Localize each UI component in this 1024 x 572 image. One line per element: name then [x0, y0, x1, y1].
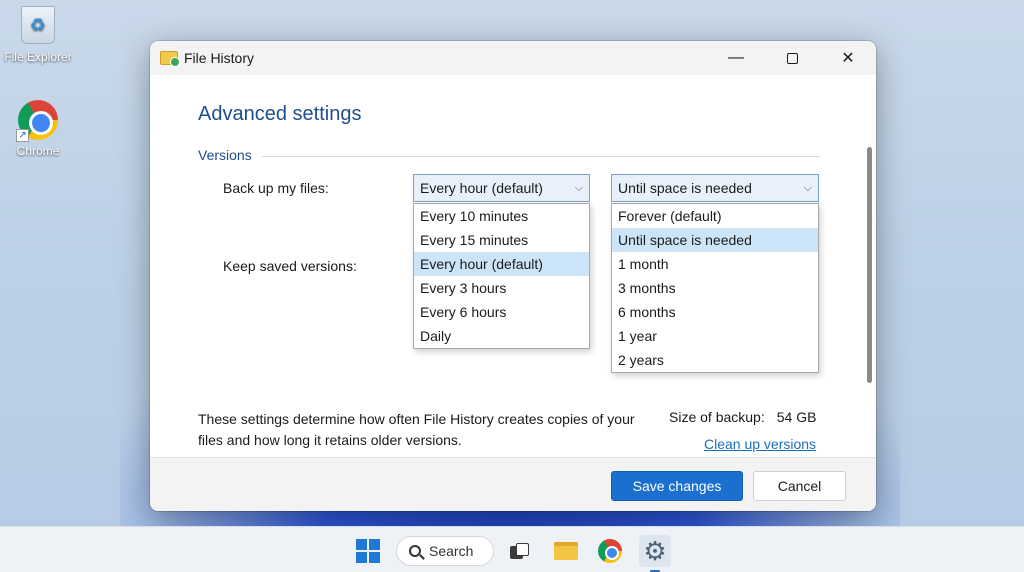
- retention-option[interactable]: 1 year: [612, 324, 818, 348]
- file-explorer-taskbar-button[interactable]: [550, 535, 582, 567]
- group-divider: [262, 156, 820, 157]
- clean-up-versions-link[interactable]: Clean up versions: [704, 436, 816, 452]
- backup-size-label: Size of backup:: [669, 409, 765, 425]
- backup-frequency-select[interactable]: Every hour (default) ⌵: [413, 174, 590, 202]
- keep-versions-value: Until space is needed: [618, 180, 752, 196]
- window-title: File History: [184, 50, 255, 66]
- backup-size-value: 54 GB: [776, 409, 817, 425]
- search-label: Search: [429, 543, 474, 559]
- save-changes-button[interactable]: Save changes: [611, 471, 743, 501]
- retention-option-selected[interactable]: Until space is needed: [612, 228, 818, 252]
- desktop-icon-file-explorer[interactable]: ♻ File Explorer: [0, 6, 76, 64]
- search-icon: [409, 545, 421, 557]
- minimize-button[interactable]: —: [708, 41, 764, 75]
- retention-option[interactable]: Forever (default): [612, 204, 818, 228]
- file-history-icon: [160, 51, 180, 67]
- close-button[interactable]: ✕: [820, 41, 876, 75]
- chevron-down-icon: ⌵: [574, 181, 583, 194]
- dialog-content: Advanced settings Versions Back up my fi…: [150, 75, 876, 457]
- file-history-window: File History — ✕ Advanced settings Versi…: [150, 41, 876, 511]
- maximize-icon: [786, 52, 798, 64]
- desktop-icon-label: Chrome: [16, 144, 60, 158]
- settings-taskbar-button[interactable]: ⚙: [639, 535, 671, 572]
- maximize-button[interactable]: [764, 41, 820, 75]
- taskbar: Search ⚙: [0, 526, 1024, 572]
- chrome-icon: [598, 539, 622, 563]
- chrome-taskbar-button[interactable]: [594, 535, 626, 567]
- settings-description: These settings determine how often File …: [198, 411, 635, 448]
- minimize-icon: —: [728, 49, 744, 66]
- retention-option[interactable]: 2 years: [612, 348, 818, 372]
- retention-option[interactable]: 6 months: [612, 300, 818, 324]
- dialog-footer: Save changes Cancel: [150, 457, 876, 511]
- shortcut-arrow-icon: ↗: [16, 129, 29, 142]
- versions-group-label: Versions: [198, 147, 252, 163]
- retention-option[interactable]: 3 months: [612, 276, 818, 300]
- backup-frequency-list: Every 10 minutes Every 15 minutes Every …: [413, 203, 590, 349]
- folder-icon: [554, 542, 578, 560]
- keep-versions-list: Forever (default) Until space is needed …: [611, 203, 819, 373]
- desktop-icon-chrome[interactable]: ↗ Chrome: [0, 100, 76, 158]
- scrollbar[interactable]: [867, 147, 872, 383]
- start-button[interactable]: [352, 535, 384, 567]
- backup-frequency-value: Every hour (default): [420, 180, 543, 196]
- title-bar[interactable]: File History — ✕: [150, 41, 876, 75]
- frequency-option-selected[interactable]: Every hour (default): [414, 252, 589, 276]
- keep-versions-label: Keep saved versions:: [223, 258, 357, 274]
- backup-size: Size of backup: 54 GB: [669, 409, 816, 425]
- recycle-bin-icon: ♻: [18, 6, 58, 46]
- desktop-icon-label: File Explorer: [4, 50, 72, 64]
- close-icon: ✕: [841, 50, 855, 67]
- frequency-option[interactable]: Every 10 minutes: [414, 204, 589, 228]
- retention-option[interactable]: 1 month: [612, 252, 818, 276]
- cancel-button[interactable]: Cancel: [753, 471, 846, 501]
- page-title: Advanced settings: [198, 103, 362, 125]
- backup-frequency-label: Back up my files:: [223, 180, 329, 196]
- frequency-option[interactable]: Every 3 hours: [414, 276, 589, 300]
- keep-versions-select[interactable]: Until space is needed ⌵: [611, 174, 819, 202]
- chrome-icon: ↗: [16, 100, 58, 142]
- task-view-icon: [510, 543, 530, 559]
- frequency-option[interactable]: Every 6 hours: [414, 300, 589, 324]
- gear-icon: ⚙: [643, 536, 667, 566]
- frequency-option[interactable]: Daily: [414, 324, 589, 348]
- task-view-button[interactable]: [504, 535, 536, 567]
- windows-logo-icon: [356, 539, 380, 563]
- taskbar-search[interactable]: Search: [396, 536, 494, 566]
- frequency-option[interactable]: Every 15 minutes: [414, 228, 589, 252]
- chevron-down-icon: ⌵: [803, 181, 812, 194]
